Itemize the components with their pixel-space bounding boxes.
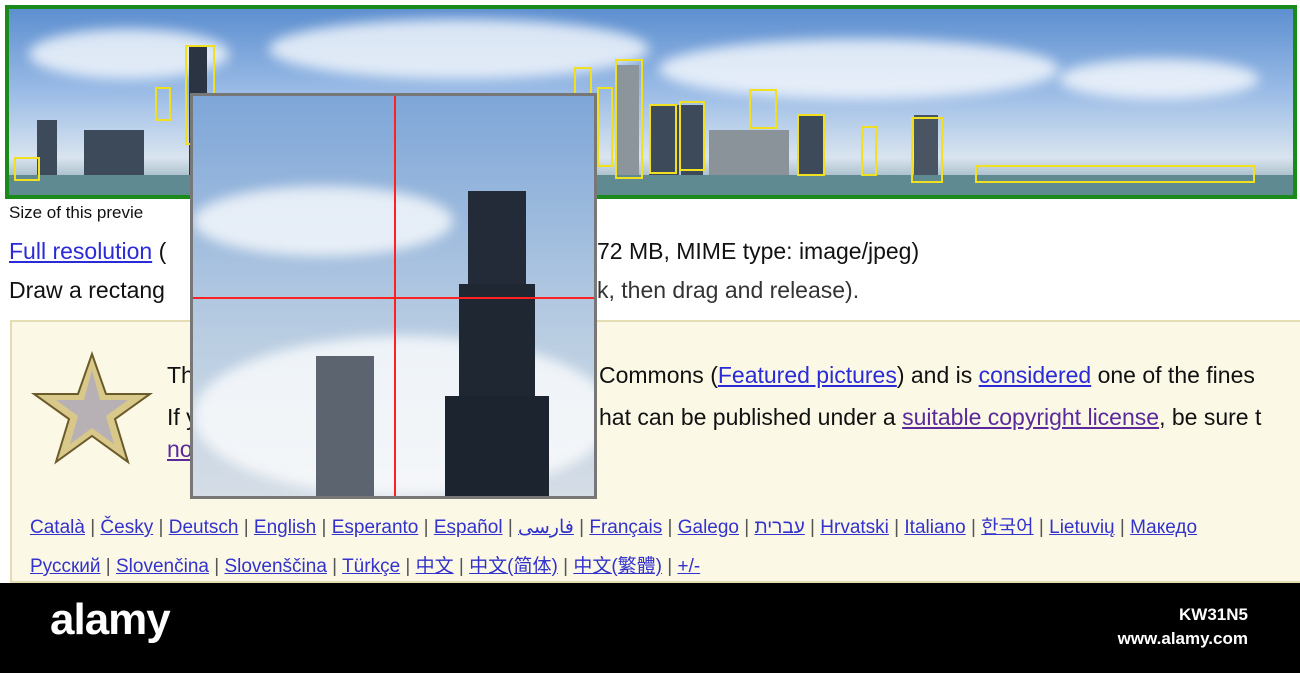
separator: | [238,517,254,538]
separator: | [100,556,116,577]
site-url: www.alamy.com [1117,629,1248,648]
separator: | [400,556,416,577]
separator: | [153,517,169,538]
language-link[interactable]: Esperanto [332,517,419,538]
language-link[interactable]: עברית [755,517,805,538]
language-link[interactable]: Français [589,517,662,538]
language-link[interactable]: Deutsch [169,517,239,538]
language-link[interactable]: 中文(繁體) [573,556,662,577]
preview-size-text: Size of this previe [9,203,144,222]
language-link[interactable]: Lietuvių [1049,517,1115,538]
separator: | [316,517,332,538]
copyright-license-link[interactable]: suitable copyright license [902,404,1159,430]
language-link[interactable]: 中文(简体) [469,556,558,577]
language-link[interactable]: Slovenščina [224,556,326,577]
separator: | [573,517,590,538]
separator: | [453,556,470,577]
separator: | [84,517,101,538]
languages-row-2: Русский | Slovenčina | Slovenščina | Tür… [30,551,700,578]
languages-row-1: Català | Česky | Deutsch | English | Esp… [30,512,1197,539]
file-info-line: Full resolution ( [9,238,167,264]
instructions-start: Draw a rectang [9,277,165,303]
watermark-footer: alamy KW31N5 www.alamy.com [0,583,1300,673]
language-link[interactable]: Русский [30,556,101,577]
instructions-end: k, then drag and release). [597,277,860,303]
separator: | [502,517,519,538]
separator: | [1033,517,1050,538]
featured-star-icon [30,350,154,465]
language-link[interactable]: Česky [100,517,153,538]
separator: | [418,517,434,538]
crosshair-vertical [394,96,396,496]
full-resolution-link[interactable]: Full resolution [9,238,152,264]
considered-link[interactable]: considered [979,362,1092,388]
language-link[interactable]: Türkçe [342,556,400,577]
separator: | [662,517,678,538]
language-link[interactable]: فارسی [518,517,574,538]
featured-line-2-rest: hat can be published under a suitable co… [599,404,1262,430]
separator: | [888,517,905,538]
zoom-magnifier-overlay[interactable] [190,93,597,499]
separator: | [1114,517,1131,538]
file-details-text: 72 MB, MIME type: image/jpeg) [597,238,920,264]
language-link[interactable]: Italiano [904,517,965,538]
featured-line-3-link[interactable]: no [167,436,193,463]
language-link[interactable]: Slovenčina [116,556,209,577]
language-link[interactable]: Español [434,517,503,538]
separator: | [804,517,821,538]
language-link[interactable]: English [254,517,316,538]
separator: | [661,556,678,577]
language-link[interactable]: 한국어 [981,517,1033,538]
separator: | [965,517,982,538]
building [316,356,374,496]
separator: | [208,556,225,577]
language-link[interactable]: Galego [678,517,739,538]
separator: | [326,556,343,577]
language-link[interactable]: Hrvatski [820,517,889,538]
language-link[interactable]: +/- [677,556,700,577]
language-link[interactable]: Македо [1130,517,1197,538]
image-id: KW31N5 [1179,605,1248,624]
separator: | [557,556,574,577]
separator: | [739,517,755,538]
alamy-logo: alamy [50,595,171,644]
featured-line-1-rest: Commons (Featured pictures) and is consi… [599,362,1255,388]
language-link[interactable]: 中文 [416,556,454,577]
language-link[interactable]: Català [30,517,85,538]
featured-pictures-link[interactable]: Featured pictures [718,362,897,388]
